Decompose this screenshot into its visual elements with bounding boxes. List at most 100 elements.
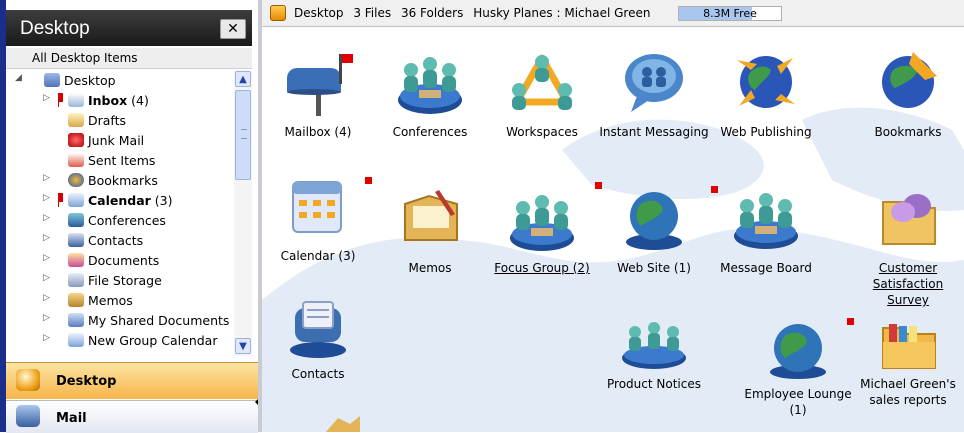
tree-item-label: Conferences xyxy=(88,213,166,228)
tree-item-label: Junk Mail xyxy=(88,133,145,148)
tree-item-my-shared-documents[interactable]: ▷ My Shared Documents xyxy=(6,310,234,330)
scroll-thumb[interactable] xyxy=(235,90,251,180)
tree-item-conferences[interactable]: ▷ Conferences xyxy=(6,210,234,230)
tile-mailbox[interactable]: Mailbox (4) xyxy=(262,46,374,140)
tree-item-label: New Group Calendar xyxy=(88,333,218,348)
tile-label: Product Notices xyxy=(607,377,701,391)
bookmarks-icon xyxy=(68,173,84,187)
product-notices-icon xyxy=(622,322,686,369)
scroll-down-button[interactable]: ▼ xyxy=(235,338,251,354)
tile-label: Employee Lounge (1) xyxy=(744,387,852,417)
storage-meter: 8.3M Free xyxy=(678,6,782,21)
web-publishing-icon xyxy=(737,56,795,108)
web-site-icon xyxy=(626,192,682,250)
tree-item-calendar[interactable]: ▷ Calendar (3) xyxy=(6,190,234,210)
mail-icon xyxy=(16,405,40,427)
expand-arrow-icon[interactable]: ▷ xyxy=(42,93,51,103)
tree-item-contacts[interactable]: ▷ Contacts xyxy=(6,230,234,250)
tile-label: Michael Green's sales reports xyxy=(860,377,956,407)
tile-michael-greens-sales-reports[interactable]: Michael Green's sales reports xyxy=(852,318,964,408)
tree-item-desktop[interactable]: ◢ Desktop xyxy=(6,70,234,90)
tree-scrollbar[interactable]: ▲ ▼ xyxy=(234,70,252,356)
flag-icon xyxy=(365,177,372,184)
tree-item-label: Contacts xyxy=(88,233,144,248)
tree-item-drafts[interactable]: Drafts xyxy=(6,110,234,130)
tile-label: Message Board xyxy=(720,261,812,275)
tile-web-publishing[interactable]: Web Publishing xyxy=(710,46,822,140)
free-space-label: 8.3M Free xyxy=(703,7,757,20)
desktop-view: Desktop 3 Files 36 Folders Husky Planes … xyxy=(262,0,964,432)
unread-count: (4) xyxy=(127,93,149,108)
drafts-icon xyxy=(68,113,84,127)
tree-item-label: Bookmarks xyxy=(88,173,158,188)
tile-label: Bookmarks xyxy=(874,125,942,139)
sales-reports-folder-icon xyxy=(882,324,936,369)
tile-label: Instant Messaging xyxy=(599,125,709,139)
tree-item-label: Calendar xyxy=(88,193,151,208)
tile-workspaces[interactable]: Workspaces xyxy=(486,46,598,140)
documents-icon xyxy=(68,253,84,267)
tile-employee-lounge[interactable]: Employee Lounge (1) xyxy=(742,318,854,418)
expand-arrow-icon[interactable]: ▷ xyxy=(42,173,51,183)
expand-arrow-icon[interactable]: ▷ xyxy=(42,333,51,343)
tile-label: Contacts xyxy=(291,367,345,381)
file-storage-icon xyxy=(68,273,84,287)
tree-item-label: Documents xyxy=(88,253,160,268)
desktop-icon xyxy=(16,369,40,391)
desktop-icon xyxy=(270,5,286,21)
grip-icon xyxy=(241,129,247,139)
collapse-arrow-icon[interactable]: ◢ xyxy=(14,73,23,83)
junk-mail-icon xyxy=(68,133,84,147)
nav-desktop-label: Desktop xyxy=(56,374,117,389)
tree-item-label: Sent Items xyxy=(88,153,156,168)
scroll-up-button[interactable]: ▲ xyxy=(235,71,251,87)
nav-button-mail[interactable]: Mail xyxy=(6,400,258,433)
file-count: 3 Files xyxy=(353,6,392,20)
calendar-icon xyxy=(292,181,342,233)
tile-product-notices[interactable]: Product Notices xyxy=(598,318,710,392)
tile-focus-group[interactable]: Focus Group (2) xyxy=(486,182,598,276)
tile-message-board[interactable]: Message Board xyxy=(710,182,822,276)
tile-memos[interactable]: Memos xyxy=(374,182,486,276)
close-pane-button[interactable]: ✕ xyxy=(220,19,246,39)
tree-item-inbox[interactable]: ▷ Inbox (4) xyxy=(6,90,234,110)
tile-customer-satisfaction-survey[interactable]: Customer Satisfaction Survey xyxy=(852,182,964,308)
message-board-icon xyxy=(734,193,798,249)
tile-label: Focus Group (2) xyxy=(494,261,590,275)
inbox-icon xyxy=(68,93,84,107)
conferences-icon xyxy=(68,213,84,227)
tile-instant-messaging[interactable]: Instant Messaging xyxy=(598,46,710,140)
memos-icon xyxy=(68,293,84,307)
tree-item-documents[interactable]: ▷ Documents xyxy=(6,250,234,270)
tile-web-site[interactable]: Web Site (1) xyxy=(598,182,710,276)
expand-arrow-icon[interactable]: ▷ xyxy=(42,313,51,323)
tree-item-label: Memos xyxy=(88,293,133,308)
sent-items-icon xyxy=(68,153,84,167)
tile-contacts[interactable]: Contacts xyxy=(262,298,374,382)
tree-item-memos[interactable]: ▷ Memos xyxy=(6,290,234,310)
tile-calendar[interactable]: Calendar (3) xyxy=(262,170,374,264)
expand-arrow-icon[interactable]: ▷ xyxy=(42,193,51,203)
tile-label: Memos xyxy=(408,261,452,275)
nav-button-desktop[interactable]: Desktop xyxy=(6,362,258,399)
tile-label: Mailbox (4) xyxy=(284,125,352,139)
expand-arrow-icon[interactable]: ▷ xyxy=(42,253,51,263)
tree-item-file-storage[interactable]: ▷ File Storage xyxy=(6,270,234,290)
tree-item-sent-items[interactable]: Sent Items xyxy=(6,150,234,170)
expand-arrow-icon[interactable]: ▷ xyxy=(42,233,51,243)
partial-tile-icon xyxy=(326,416,360,432)
expand-arrow-icon[interactable]: ▷ xyxy=(42,213,51,223)
nav-mail-label: Mail xyxy=(56,411,87,426)
tile-label: Customer Satisfaction Survey xyxy=(872,261,944,307)
tile-conferences[interactable]: Conferences xyxy=(374,46,486,140)
calendar-icon xyxy=(68,193,84,207)
expand-arrow-icon[interactable]: ▷ xyxy=(42,293,51,303)
tree-item-bookmarks[interactable]: ▷ Bookmarks xyxy=(6,170,234,190)
all-desktop-items-header[interactable]: All Desktop Items xyxy=(6,48,252,69)
item-count: (3) xyxy=(150,193,173,208)
tile-label: Calendar (3) xyxy=(280,249,356,263)
expand-arrow-icon[interactable]: ▷ xyxy=(42,273,51,283)
tree-item-junk-mail[interactable]: Junk Mail xyxy=(6,130,234,150)
tile-bookmarks[interactable]: Bookmarks xyxy=(852,46,964,140)
tree-item-new-group-calendar[interactable]: ▷ New Group Calendar xyxy=(6,330,234,350)
